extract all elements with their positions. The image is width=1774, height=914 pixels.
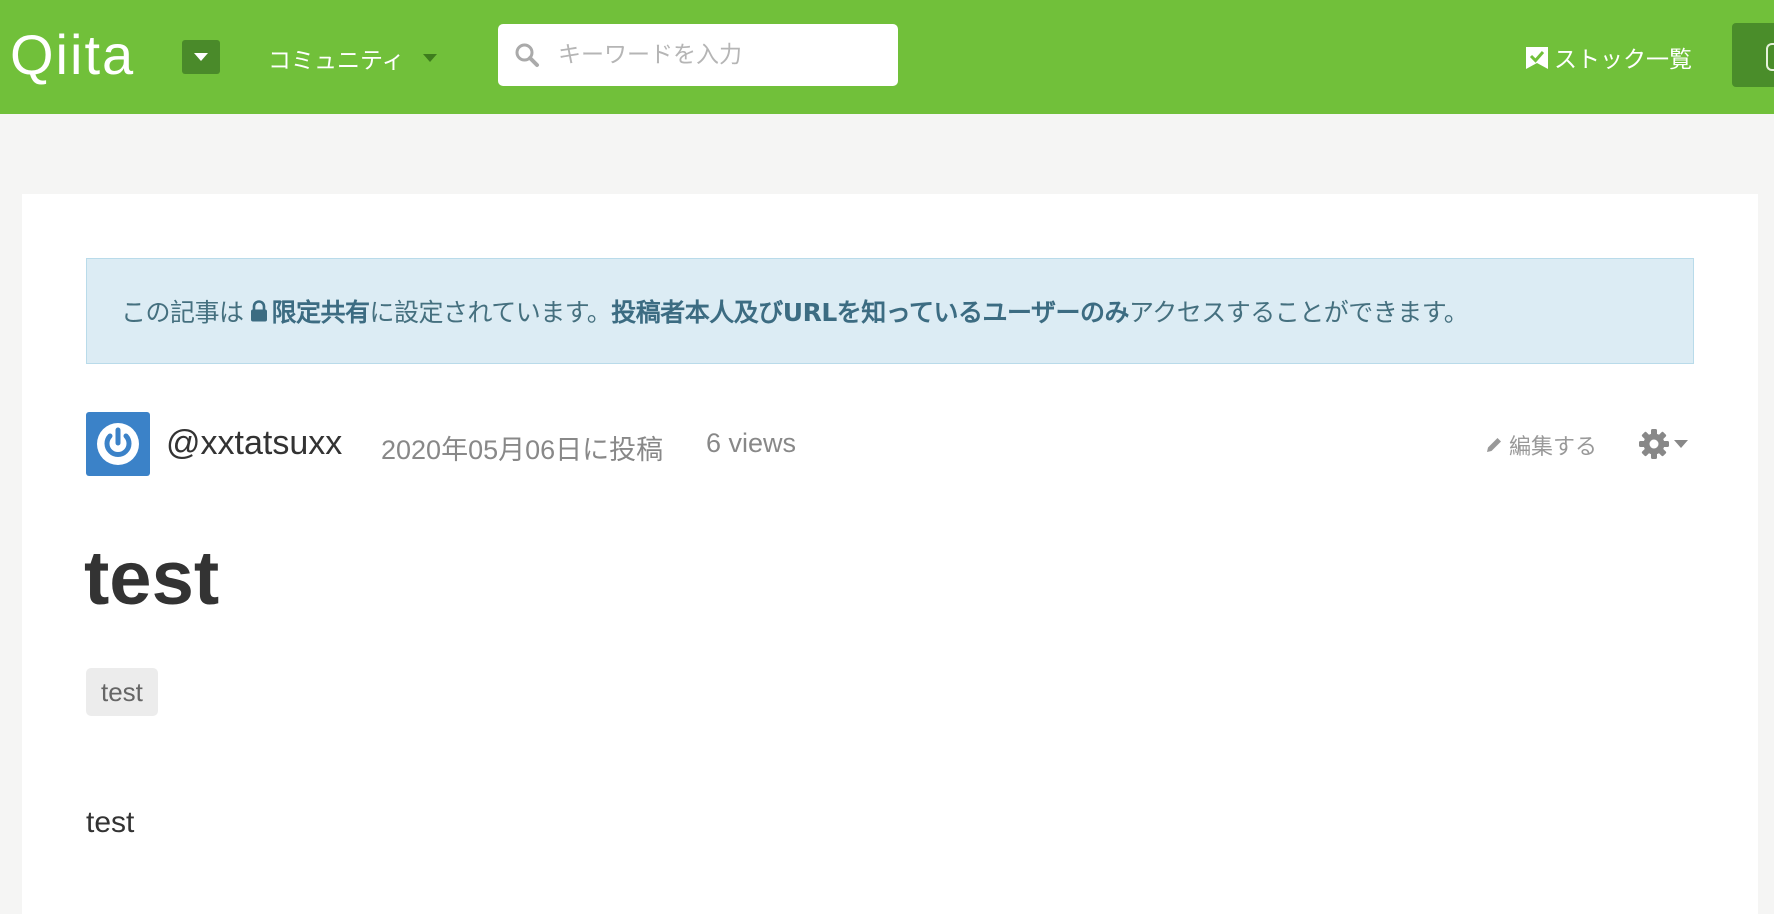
notice-prefix: この記事は — [121, 298, 244, 327]
stock-list-link[interactable]: ストック一覧 — [1524, 42, 1692, 73]
limited-share-notice: この記事は 限定共有 に設定されています。 投稿者本人及びURLを知っているユー… — [86, 258, 1694, 364]
power-icon — [97, 423, 139, 465]
posted-date: 2020年05月06日に投稿 — [381, 435, 664, 465]
notice-suffix: アクセスすることができます。 — [1129, 298, 1469, 327]
article-meta: @xxtatsuxx 2020年05月06日に投稿 6 views 編集する — [86, 412, 1694, 476]
notice-limited-share: 限定共有 — [271, 298, 371, 327]
logo-menu-button[interactable] — [182, 40, 220, 74]
article-card: この記事は 限定共有 に設定されています。 投稿者本人及びURLを知っているユー… — [22, 194, 1758, 914]
tag-badge[interactable]: test — [86, 668, 158, 716]
edit-label: 編集する — [1509, 435, 1598, 460]
caret-down-icon — [422, 54, 437, 62]
post-button[interactable] — [1732, 23, 1774, 87]
notice-middle: に設定されています。 — [369, 298, 612, 327]
notice-audience: 投稿者本人及びURLを知っているユーザーのみ — [611, 298, 1130, 327]
global-header: Qiita コミュニティ ストック一覧 — [0, 0, 1774, 114]
search-input[interactable] — [556, 34, 880, 76]
qiita-logo[interactable]: Qiita — [10, 24, 135, 86]
community-menu[interactable]: コミュニティ — [268, 42, 437, 74]
avatar[interactable] — [86, 412, 150, 476]
search-box[interactable] — [498, 24, 898, 86]
caret-down-icon — [1674, 440, 1688, 448]
community-label: コミュニティ — [268, 48, 405, 74]
article-body: test — [86, 806, 135, 839]
gear-icon — [1639, 429, 1669, 459]
search-icon — [515, 43, 539, 67]
pencil-icon — [1487, 438, 1501, 452]
settings-menu[interactable] — [1638, 426, 1688, 462]
lock-icon — [250, 300, 268, 322]
view-count: 6 views — [706, 428, 797, 458]
stock-list-label: ストック一覧 — [1554, 47, 1692, 73]
author-username[interactable]: @xxtatsuxx — [166, 424, 342, 463]
article-title: test — [84, 536, 220, 621]
chevron-down-icon — [194, 53, 208, 61]
post-icon — [1766, 43, 1774, 71]
edit-button[interactable]: 編集する — [1484, 430, 1597, 460]
stock-check-icon — [1526, 47, 1548, 69]
